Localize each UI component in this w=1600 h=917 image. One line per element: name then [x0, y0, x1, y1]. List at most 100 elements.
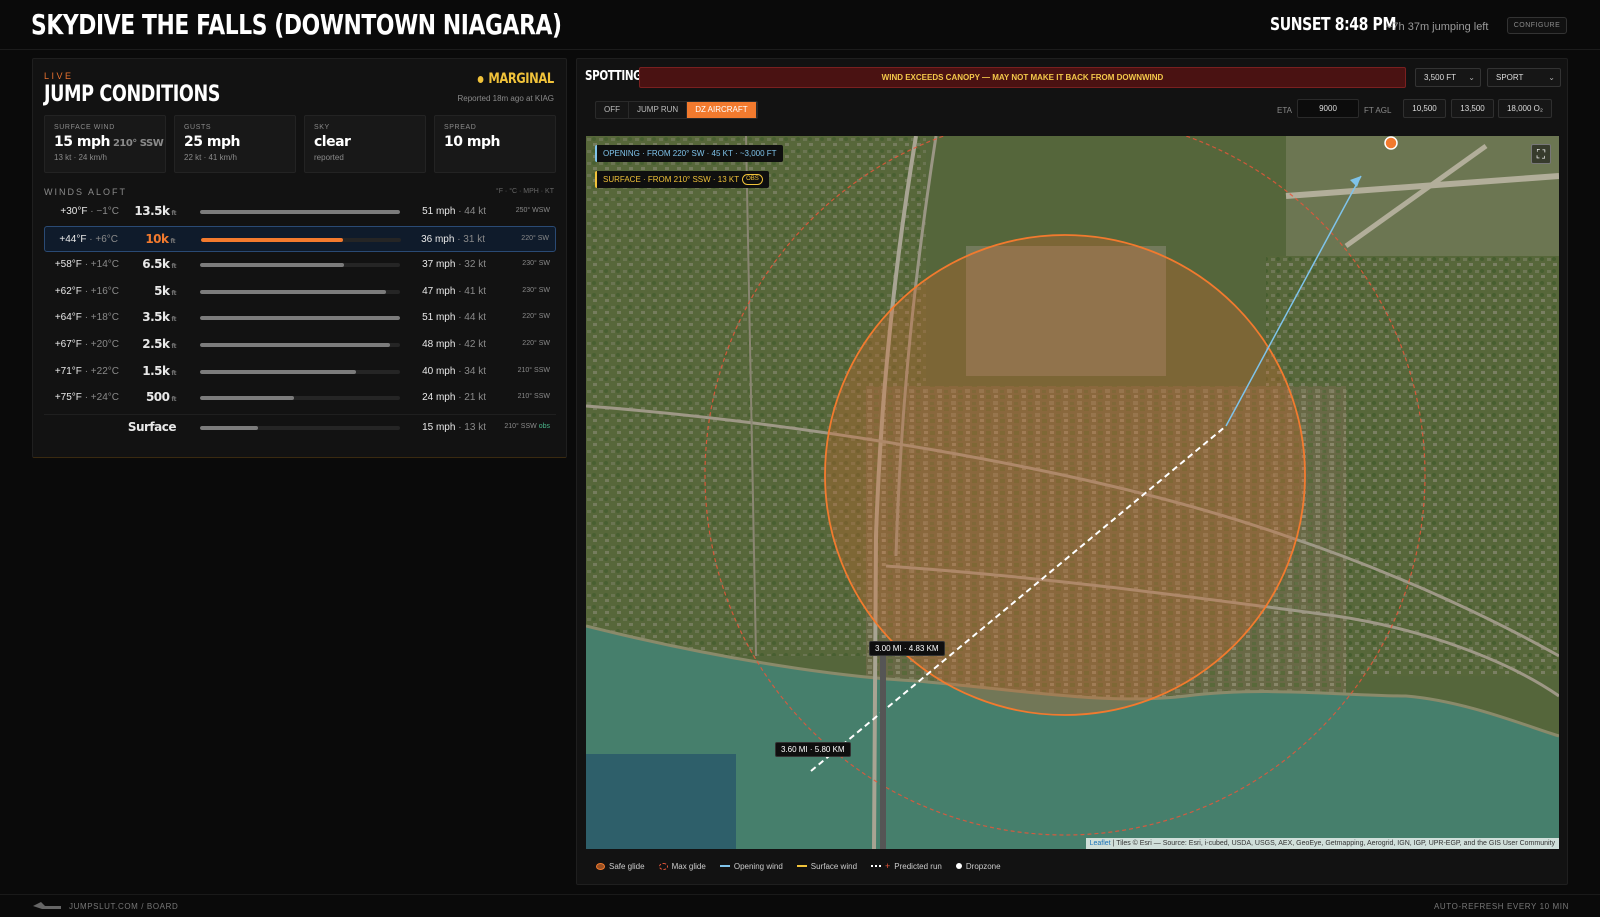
speed-kt: · 21 kt [458, 392, 486, 404]
surface-wind-icon [796, 865, 807, 867]
wind-speed: 51 mph · 44 kt [422, 312, 486, 323]
wind-direction: 210° SSW [517, 366, 550, 374]
winds-aloft-row[interactable]: +58°F · +14°C 6.5k ft 37 mph · 32 kt 230° SW [44, 252, 556, 278]
altitude: 10k ft [145, 232, 175, 246]
site-title: SKYDIVE THE FALLS (DOWNTOWN NIAGARA) [31, 8, 562, 41]
map-tile-dark [586, 754, 736, 849]
wind-speed-fill [200, 425, 258, 430]
legend-opening-wind: Opening wind [719, 862, 783, 871]
opening-wind-icon [719, 865, 730, 867]
speed-kt: · 31 kt [457, 233, 485, 245]
speed-kt: · 42 kt [458, 339, 486, 350]
altitude-unit: ft [171, 343, 177, 350]
speed-kt: · 13 kt [458, 421, 486, 433]
winds-aloft-row[interactable]: +62°F · +16°C 5k ft 47 mph · 41 kt 230° SW [44, 279, 556, 305]
temp-f: +71°F [54, 365, 82, 377]
temp-f: +67°F [54, 339, 82, 350]
legend-surface-wind: Surface wind [796, 861, 858, 871]
temp-f: +75°F [54, 392, 82, 404]
temp-c: · +22°C [84, 365, 119, 377]
wind-speed-bar [201, 237, 401, 242]
legend-label: Predicted run [894, 861, 942, 871]
card-sub: 22 kt · 41 km/h [184, 153, 237, 162]
map-legend: Safe glide Max glide Opening wind Surfac… [586, 855, 1559, 877]
safe-glide-icon [596, 862, 605, 870]
dropzone-icon [955, 863, 962, 869]
temp-f: +30°F [60, 206, 88, 217]
surface-wind-card: SURFACE WIND 15 mph 210° SSW 13 kt · 24 k… [44, 115, 166, 173]
fullscreen-icon[interactable]: ⛶ [1531, 144, 1551, 164]
segment-dz-aircraft[interactable]: DZ AIRCRAFT [687, 102, 757, 118]
segment-jump-run[interactable]: JUMP RUN [629, 102, 688, 118]
dropzone-marker[interactable] [1384, 136, 1398, 150]
altitude-13500-button[interactable]: 13,500 [1451, 99, 1494, 118]
legend-label: Max glide [671, 861, 706, 871]
altitude: 5k ft [154, 284, 176, 298]
legend-label: Surface wind [810, 861, 858, 871]
temp-f: +62°F [54, 285, 82, 297]
wind-speed: 24 mph · 21 kt [422, 392, 486, 403]
distance-label-safe: 3.00 MI · 4.83 KM [869, 641, 945, 656]
altitude: 500 ft [146, 390, 177, 404]
speed-kt: · 34 kt [458, 365, 486, 377]
temperature: +62°F · +16°C [55, 286, 119, 297]
temperature: +64°F · +18°C [55, 312, 119, 323]
live-label: LIVE [44, 71, 74, 81]
wind-speed-bar [200, 316, 400, 321]
footer-link[interactable]: JUMPSLUT.COM / BOARD [69, 902, 178, 911]
exit-altitude-select[interactable]: 3,500 FT ⌄ [1415, 68, 1481, 87]
legend-predicted-run: + Predicted run [871, 861, 942, 871]
winds-aloft-row[interactable]: +64°F · +18°C 3.5k ft 51 mph · 44 kt 220° SW [44, 305, 556, 331]
winds-aloft-row[interactable]: +75°F · +24°C 500 ft 24 mph · 21 kt 210° SSW [44, 385, 556, 411]
wind-direction: 230° SW [522, 260, 550, 268]
wind-direction: 210° SSW obs [504, 423, 550, 430]
altitude-18000-button[interactable]: 18,000 O₂ [1498, 99, 1552, 118]
speed-mph: 37 mph [422, 259, 456, 271]
temp-c: · −1°C [90, 206, 119, 217]
winds-aloft-row[interactable]: +44°F · +6°C 10k ft 36 mph · 31 kt 220° SW [44, 225, 556, 252]
altitude-unit: ft [171, 289, 177, 297]
wind-speed-fill [200, 289, 386, 294]
wind-speed-bar [200, 289, 400, 294]
wind-speed: 48 mph · 42 kt [422, 339, 486, 350]
altitude-unit: ft [171, 263, 177, 271]
wind-direction: 220° SW [522, 313, 550, 321]
map-canvas [586, 136, 1559, 849]
wind-direction: 220° SW [522, 340, 550, 347]
winds-aloft-units: °F · °C · MPH · KT [495, 188, 554, 195]
satellite-map[interactable]: OPENING · FROM 220° SW · 45 KT · ~3,000 … [586, 136, 1559, 849]
mode-value: SPORT [1496, 73, 1524, 82]
altitude-10500-button[interactable]: 10,500 [1403, 99, 1446, 118]
status-text: MARGINAL [488, 71, 555, 87]
chevron-down-icon: ⌄ [1548, 73, 1555, 82]
speed-mph: 40 mph [422, 365, 456, 377]
surface-wind-chip: SURFACE · FROM 210° SSW · 13 KT OBS [595, 171, 769, 188]
winds-aloft-row[interactable]: +30°F · −1°C 13.5k ft 51 mph · 44 kt 250° WS… [44, 199, 556, 225]
altitude-value: 1.5k [142, 363, 170, 378]
exit-altitude-value: 3,500 FT [1424, 73, 1457, 82]
plus-icon: + [885, 861, 891, 871]
temp-c: · +18°C [84, 312, 119, 324]
surface-wind-chip-text: SURFACE · FROM 210° SSW · 13 KT [603, 175, 740, 184]
obs-tag: OBS [742, 174, 763, 186]
leaflet-link[interactable]: Leaflet [1090, 840, 1111, 847]
mode-select[interactable]: SPORT ⌄ [1487, 68, 1561, 87]
condition-cards: SURFACE WIND 15 mph 210° SSW 13 kt · 24 k… [44, 115, 556, 173]
altitude: Surface [127, 419, 177, 434]
wind-direction: 230° SW [522, 286, 550, 294]
eta-label: ETA [1277, 106, 1292, 115]
legend-label: Dropzone [965, 861, 1001, 871]
winds-aloft-surface-row[interactable]: Surface 15 mph · 13 kt 210° SSW obs [44, 413, 556, 440]
sunset-time: SUNSET 8:48 PM [1270, 14, 1397, 35]
segment-off[interactable]: OFF [596, 102, 629, 118]
spread-card: SPREAD 10 mph [434, 115, 556, 173]
temperature: +71°F · +22°C [55, 366, 119, 377]
temp-c: · +24°C [84, 392, 119, 404]
altitude: 1.5k ft [142, 364, 176, 378]
winds-aloft-row[interactable]: +67°F · +20°C 2.5k ft 48 mph · 42 kt 220° SW [44, 332, 556, 358]
wind-speed-fill [201, 237, 343, 242]
card-value: 25 mph [184, 134, 240, 150]
configure-button[interactable]: CONFIGURE [1507, 17, 1567, 34]
eta-input[interactable] [1297, 99, 1359, 118]
winds-aloft-row[interactable]: +71°F · +22°C 1.5k ft 40 mph · 34 kt 210° SS… [44, 359, 556, 385]
